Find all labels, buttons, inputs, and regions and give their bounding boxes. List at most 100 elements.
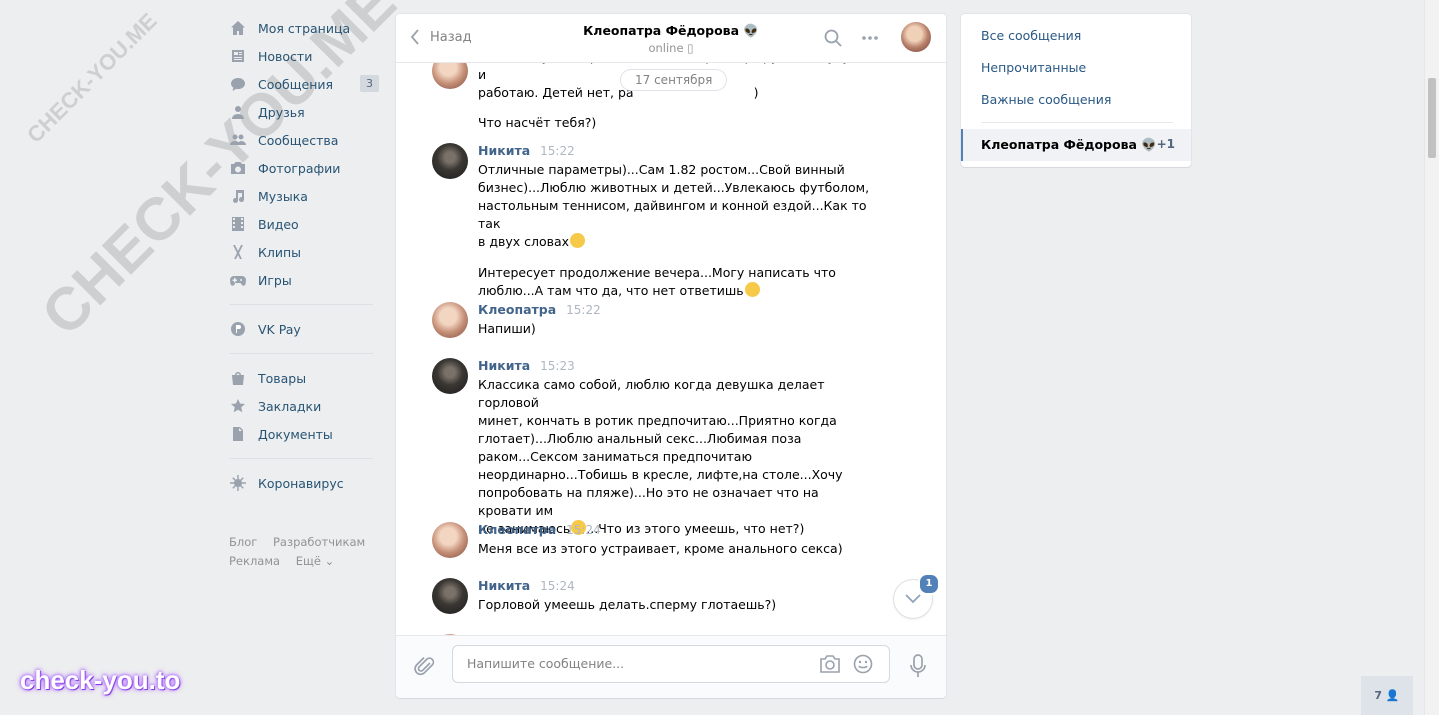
nav-item-video[interactable]: Видео xyxy=(229,210,379,238)
nav-item-friends[interactable]: Друзья xyxy=(229,98,379,126)
messages-icon xyxy=(229,75,247,93)
message-author[interactable]: Клеопатра xyxy=(478,302,556,317)
nav-divider xyxy=(229,458,373,459)
scrollbar-thumb[interactable] xyxy=(1428,78,1436,158)
nav-label: Музыка xyxy=(258,188,308,204)
nav-label: Закладки xyxy=(258,398,322,414)
watermark-logo: check-you.to xyxy=(20,665,181,695)
vkpay-icon xyxy=(229,320,247,338)
friends-icon xyxy=(229,103,247,121)
message-author[interactable]: Никита xyxy=(478,578,530,593)
market-icon xyxy=(229,369,247,387)
message-time: 15:22 xyxy=(540,144,575,158)
message-time: 15:24 xyxy=(540,579,575,593)
nav-label: Товары xyxy=(258,370,307,386)
nav-divider xyxy=(229,353,373,354)
more-icon[interactable] xyxy=(860,28,880,48)
message-input[interactable] xyxy=(465,655,799,672)
groups-icon xyxy=(229,131,247,149)
message-text: Меня все из этого устраивает, кроме анал… xyxy=(478,541,843,556)
nav-item-news[interactable]: Новости xyxy=(229,42,379,70)
nav-divider xyxy=(229,304,373,305)
nav-label: Новости xyxy=(258,48,313,64)
avatar[interactable] xyxy=(432,578,468,614)
filter-important[interactable]: Важные сообщения xyxy=(981,92,1111,107)
message-author[interactable]: Никита xyxy=(478,143,530,158)
music-icon xyxy=(229,187,247,205)
date-separator: 17 сентября xyxy=(620,69,728,91)
footer-link-ads[interactable]: Реклама xyxy=(229,554,280,568)
watermark-text-small: CHECK-YOU.ME xyxy=(22,8,162,148)
chevron-down-icon xyxy=(905,594,921,604)
avatar[interactable] xyxy=(432,358,468,394)
message-text: Отличные параметры)...Сам 1.82 ростом...… xyxy=(478,162,870,298)
message-time: 15:24 xyxy=(566,523,601,537)
footer-link-blog[interactable]: Блог xyxy=(229,535,257,549)
nav-label: Фотографии xyxy=(258,160,341,176)
conversation-name: Клеопатра Фёдорова 👽 xyxy=(981,137,1157,152)
emoji-picker-icon[interactable] xyxy=(853,654,873,674)
nav-item-bookmarks[interactable]: Закладки xyxy=(229,392,379,420)
nav-item-messages[interactable]: Сообщения 3 xyxy=(229,70,379,98)
chat-header: Назад Клеопатра Фёдорова 👽 online ▯ xyxy=(396,14,946,63)
chat-panel: Назад Клеопатра Фёдорова 👽 online ▯ 17 с… xyxy=(396,14,946,698)
bookmarks-icon xyxy=(229,397,247,415)
nav-item-market[interactable]: Товары xyxy=(229,364,379,392)
filter-all-messages[interactable]: Все сообщения xyxy=(981,28,1081,43)
nav-label: Моя страница xyxy=(258,20,351,36)
message-author[interactable]: Никита xyxy=(478,358,530,373)
nav-item-clips[interactable]: Клипы xyxy=(229,238,379,266)
nav-label: Видео xyxy=(258,216,299,232)
nav-item-vk-pay[interactable]: VK Pay xyxy=(229,315,379,343)
online-friends-button[interactable]: 7 👤 xyxy=(1361,676,1413,715)
message-text: Горловой умеешь делать.сперму глотаешь?) xyxy=(478,597,777,612)
nav-label: VK Pay xyxy=(258,321,301,337)
nav-item-groups[interactable]: Сообщества xyxy=(229,126,379,154)
footer-link-more[interactable]: Ещё ⌄ xyxy=(296,554,334,568)
search-icon[interactable] xyxy=(823,28,843,48)
sidebar-footer-links: Блог Разработчикам Реклама Ещё ⌄ xyxy=(229,533,379,571)
nav-label: Клипы xyxy=(258,244,302,260)
avatar[interactable] xyxy=(432,302,468,338)
nav-item-my-page[interactable]: Моя страница xyxy=(229,14,379,42)
nav-item-games[interactable]: Игры xyxy=(229,266,379,294)
video-icon xyxy=(229,215,247,233)
message-history[interactable]: 17 сентября Спасибо) у меня рост 164, ве… xyxy=(396,63,946,635)
nav-label: Коронавирус xyxy=(258,475,344,491)
photos-icon xyxy=(229,159,247,177)
documents-icon xyxy=(229,425,247,443)
message-composer xyxy=(396,635,946,698)
panel-divider xyxy=(981,122,1173,123)
message-author[interactable]: Клеопатра xyxy=(478,522,556,537)
avatar[interactable] xyxy=(432,143,468,179)
page-scrollbar[interactable] xyxy=(1424,0,1439,715)
nav-label: Друзья xyxy=(258,104,305,120)
active-conversation-item[interactable]: Клеопатра Фёдорова 👽 +1 xyxy=(961,129,1191,161)
peer-avatar[interactable] xyxy=(901,22,931,52)
news-icon xyxy=(229,47,247,65)
message-text: Классика само собой, люблю когда девушка… xyxy=(478,377,843,536)
avatar[interactable] xyxy=(432,522,468,558)
emoji-icon xyxy=(570,233,586,248)
nav-label: Сообщества xyxy=(258,132,339,148)
unread-count-badge: 1 xyxy=(918,573,940,595)
camera-icon[interactable] xyxy=(819,654,841,674)
microphone-icon[interactable] xyxy=(908,653,928,679)
messages-count-badge: 3 xyxy=(360,75,379,92)
games-icon xyxy=(229,271,247,289)
conversation-unread-count: +1 xyxy=(1156,137,1175,151)
scroll-to-bottom-button[interactable]: 1 xyxy=(894,573,940,618)
nav-item-music[interactable]: Музыка xyxy=(229,182,379,210)
avatar[interactable] xyxy=(432,63,468,89)
home-icon xyxy=(229,19,247,37)
paperclip-icon[interactable] xyxy=(414,654,436,678)
message-time: 15:23 xyxy=(540,359,575,373)
nav-label: Документы xyxy=(258,426,333,442)
nav-item-documents[interactable]: Документы xyxy=(229,420,379,448)
filter-unread[interactable]: Непрочитанные xyxy=(981,60,1086,75)
message-input-wrapper xyxy=(452,645,890,683)
footer-link-developers[interactable]: Разработчикам xyxy=(273,535,365,549)
nav-label: Сообщения xyxy=(258,76,334,92)
nav-item-photos[interactable]: Фотографии xyxy=(229,154,379,182)
nav-item-coronavirus[interactable]: Коронавирус xyxy=(229,469,379,497)
